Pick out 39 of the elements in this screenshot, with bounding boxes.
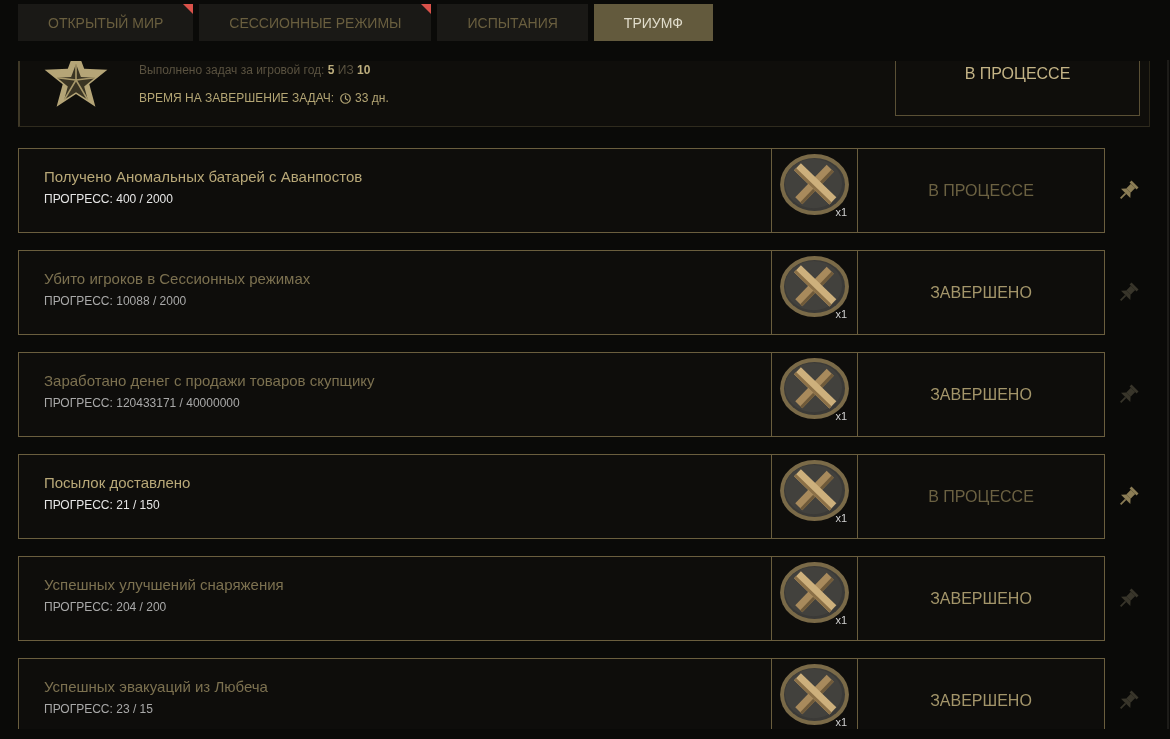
task-title: Заработано денег с продажи товаров скупщику	[44, 372, 375, 390]
reward-count: x1	[835, 207, 847, 218]
clock-icon	[340, 92, 352, 104]
task-progress: ПРОГРЕСС: 400 / 2000	[44, 192, 173, 206]
task-progress: ПРОГРЕСС: 10088 / 2000	[44, 294, 187, 308]
tab[interactable]: ОТКРЫТЫЙ МИР	[18, 4, 194, 41]
task-progress: ПРОГРЕСС: 204 / 200	[44, 600, 167, 614]
medal-icon	[778, 561, 851, 624]
tab[interactable]: ИСПЫТАНИЯ	[437, 4, 588, 41]
medal-icon	[778, 357, 851, 420]
task-title: Успешных улучшений снаряжения	[44, 576, 284, 594]
medal-icon	[778, 663, 851, 726]
task-status: ЗАВЕРШЕНО	[930, 283, 1032, 302]
reward-count: x1	[835, 615, 847, 626]
task-title: Посылок доставлено	[44, 474, 191, 492]
task-status: ЗАВЕРШЕНО	[930, 691, 1032, 710]
medal-icon	[778, 255, 851, 318]
task-title: Успешных эвакуаций из Любеча	[44, 678, 268, 696]
tab[interactable]: СЕССИОННЫЕ РЕЖИМЫ	[199, 4, 432, 41]
task-progress: ПРОГРЕСС: 21 / 150	[44, 498, 160, 512]
reward-count: x1	[835, 309, 847, 320]
task-status: ЗАВЕРШЕНО	[930, 589, 1032, 608]
reward-count: x1	[835, 411, 847, 422]
task-title: Убито игроков в Сессионных режимах	[44, 270, 311, 288]
task-progress: ПРОГРЕСС: 23 / 15	[44, 702, 153, 716]
time-left-value: 33 дн.	[355, 91, 389, 105]
tab[interactable]: ТРИУМФ	[593, 4, 713, 41]
tasks-completed-text: Выполнено задач за игровой год: 5 ИЗ 10	[139, 63, 372, 77]
medal-icon	[778, 153, 851, 216]
status-panel: В ПРОЦЕССЕ	[895, 61, 1140, 116]
reward-count: x1	[835, 513, 847, 524]
task-title: Получено Аномальных батарей с Аванпостов	[44, 168, 363, 186]
time-left-label: ВРЕМЯ НА ЗАВЕРШЕНИЕ ЗАДАЧ:	[139, 91, 335, 105]
task-progress: ПРОГРЕСС: 120433171 / 40000000	[44, 396, 240, 410]
task-status: ЗАВЕРШЕНО	[930, 385, 1032, 404]
task-status: В ПРОЦЕССЕ	[928, 487, 1034, 506]
medal-icon	[778, 459, 851, 522]
reward-count: x1	[835, 717, 847, 728]
task-status: В ПРОЦЕССЕ	[928, 181, 1034, 200]
